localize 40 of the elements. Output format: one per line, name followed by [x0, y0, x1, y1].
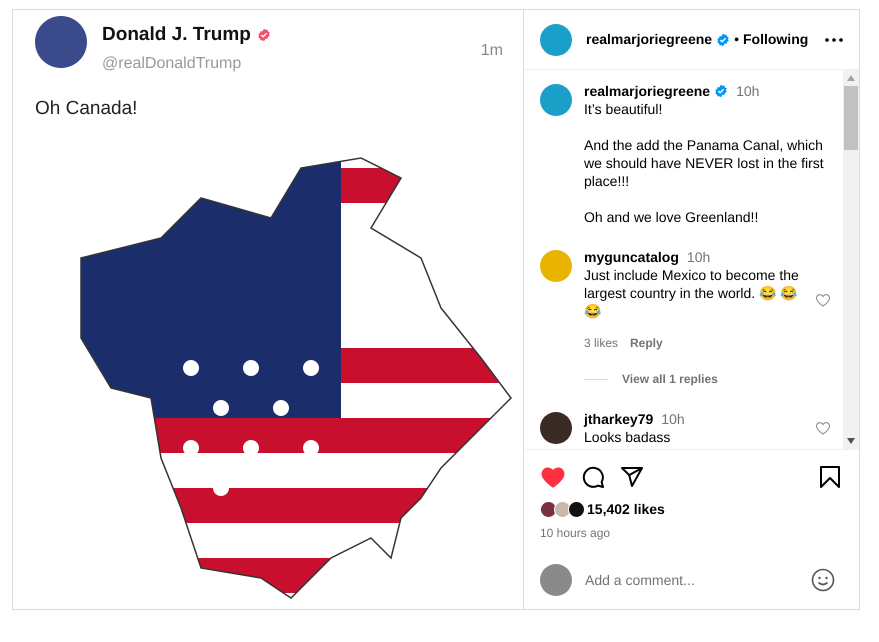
send-icon[interactable]: [620, 465, 644, 489]
comment-username[interactable]: jtharkey79: [584, 410, 654, 428]
post-date: 10 hours ago: [539, 525, 612, 542]
reply-button[interactable]: Reply: [630, 334, 663, 352]
comment-text: Just include Mexico to become the largest country in the world. 😂 😂 😂: [584, 266, 800, 320]
post-text: Oh Canada!: [34, 96, 138, 120]
header-username[interactable]: realmarjoriegreene: [586, 29, 712, 50]
avatar: [35, 16, 87, 68]
comment-text: And the add the Panama Canal, which we should have NEVER lost in the first place!!!: [584, 136, 825, 190]
avatar[interactable]: [540, 412, 572, 444]
comment-text: Looks badass: [584, 428, 672, 446]
avatar: [540, 564, 572, 596]
comment-time: 10h: [686, 248, 710, 266]
comment-time: 10h: [661, 410, 685, 428]
bookmark-icon[interactable]: [819, 465, 841, 489]
comment-username[interactable]: myguncatalog: [584, 248, 679, 266]
following-button[interactable]: Following: [742, 29, 808, 50]
comment-field[interactable]: Add a comment...: [585, 570, 811, 590]
comment-text: Oh and we love Greenland!!: [584, 208, 760, 226]
more-icon[interactable]: [825, 38, 843, 42]
view-replies-button[interactable]: View all 1 replies: [622, 370, 718, 388]
avatar: [568, 501, 585, 518]
avatar: [540, 501, 557, 518]
comment-likes[interactable]: 3 likes: [584, 334, 618, 352]
heart-icon[interactable]: [815, 420, 831, 436]
author-handle: @realDonaldTrump: [102, 54, 242, 74]
author-name: Donald J. Trump: [102, 23, 251, 47]
avatar: [554, 501, 571, 518]
scroll-down-icon[interactable]: [847, 438, 855, 444]
heart-icon[interactable]: [815, 292, 831, 308]
comment-username[interactable]: realmarjoriegreene: [584, 82, 710, 100]
scroll-up-icon[interactable]: [847, 75, 855, 81]
likes-count[interactable]: 15,402 likes: [587, 499, 665, 520]
post-time: 1m: [480, 41, 503, 61]
scrollbar-thumb[interactable]: [844, 86, 858, 150]
comment-time: 10h: [736, 82, 760, 100]
comment-text: It’s beautiful!: [584, 100, 664, 118]
separator: •: [734, 30, 739, 49]
comment-icon[interactable]: [581, 465, 605, 489]
emoji-icon[interactable]: [811, 568, 835, 592]
